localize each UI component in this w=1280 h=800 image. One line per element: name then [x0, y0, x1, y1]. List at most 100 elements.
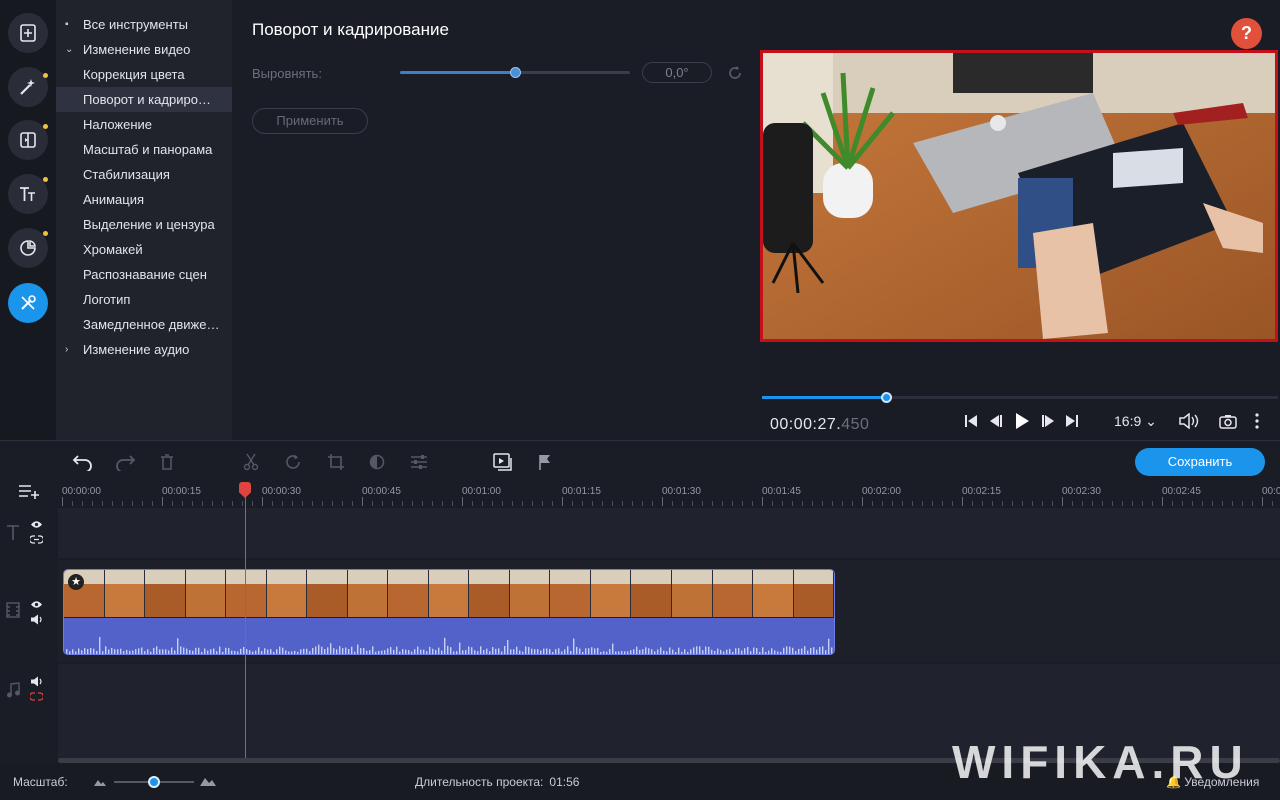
help-button[interactable]: ?	[1231, 18, 1262, 49]
tools-item-slow-motion[interactable]: Замедленное движе…	[56, 312, 232, 337]
titles-button[interactable]	[8, 174, 48, 214]
volume-button[interactable]	[1178, 411, 1200, 431]
ruler-tick	[242, 501, 243, 506]
waveform-bar	[249, 650, 251, 654]
filters-button[interactable]	[8, 67, 48, 107]
waveform-bar	[201, 651, 203, 654]
waveform-bar	[342, 648, 344, 654]
rotate-button[interactable]	[282, 451, 304, 473]
link-icon[interactable]	[30, 535, 43, 544]
tools-item-animation[interactable]: Анимация	[56, 187, 232, 212]
clip-properties-button[interactable]	[408, 451, 430, 473]
redo-button[interactable]	[114, 451, 136, 473]
waveform-bar	[792, 647, 794, 654]
playback-progress-fill	[762, 396, 886, 399]
text-track-lane[interactable]	[58, 508, 1280, 558]
play-button[interactable]	[1013, 411, 1031, 431]
waveform-bar	[348, 648, 350, 654]
tools-item-scene-detect[interactable]: Распознавание сцен	[56, 262, 232, 287]
waveform-bar	[186, 648, 188, 654]
next-frame-button[interactable]	[1040, 411, 1056, 431]
tools-item-all[interactable]: ▪ Все инструменты	[56, 12, 232, 37]
waveform-bar	[519, 650, 521, 654]
skip-end-button[interactable]	[1064, 411, 1080, 431]
zoom-slider[interactable]	[114, 776, 194, 788]
tools-item-chroma[interactable]: Хромакей	[56, 237, 232, 262]
waveform-bar	[648, 648, 650, 654]
playback-progress-knob[interactable]	[880, 392, 892, 403]
prev-frame-button[interactable]	[988, 411, 1004, 431]
ruler-label: 00:03:00	[1262, 486, 1280, 497]
tools-item-censor[interactable]: Выделение и цензура	[56, 212, 232, 237]
zoom-in-icon[interactable]	[200, 776, 216, 786]
waveform-bar	[330, 643, 332, 654]
skip-start-button[interactable]	[963, 411, 979, 431]
star-icon[interactable]: ★	[68, 574, 84, 590]
reset-rotation-icon[interactable]	[726, 64, 744, 82]
add-track-button[interactable]	[18, 482, 40, 500]
angle-input[interactable]: 0,0°	[642, 62, 712, 83]
tools-item-color[interactable]: Коррекция цвета	[56, 62, 232, 87]
aspect-ratio-select[interactable]: 16:9 ⌄	[1114, 413, 1157, 430]
ruler-tick	[292, 501, 293, 506]
playhead[interactable]	[245, 488, 246, 760]
video-clip[interactable]: ★	[63, 569, 835, 655]
tools-group-video[interactable]: ⌄ Изменение видео	[56, 37, 232, 62]
tools-button[interactable]	[8, 283, 48, 323]
ruler-label: 00:02:15	[962, 486, 1001, 497]
clip-thumbnail	[428, 570, 470, 617]
zoom-out-icon[interactable]	[94, 778, 106, 786]
stickers-button[interactable]	[8, 228, 48, 268]
speaker-icon[interactable]	[30, 676, 43, 687]
eye-icon[interactable]	[30, 520, 43, 529]
waveform-bar	[138, 648, 140, 654]
playback-progress[interactable]	[762, 392, 1278, 403]
marker-button[interactable]	[534, 451, 556, 473]
clip-thumbnail	[793, 570, 834, 617]
tools-item-stabilization[interactable]: Стабилизация	[56, 162, 232, 187]
ruler-tick	[522, 501, 523, 506]
tools-item-overlay[interactable]: Наложение	[56, 112, 232, 137]
more-options-button[interactable]	[1252, 411, 1262, 431]
waveform-bar	[156, 646, 158, 654]
ruler-label: 00:01:00	[462, 486, 501, 497]
apply-button[interactable]: Применить	[252, 108, 368, 134]
ruler-tick	[932, 501, 933, 506]
tools-item-logo[interactable]: Логотип	[56, 287, 232, 312]
waveform-bar	[561, 651, 563, 654]
transitions-button[interactable]	[8, 120, 48, 160]
ruler-tick	[372, 501, 373, 506]
cut-button[interactable]	[240, 451, 262, 473]
save-button[interactable]: Сохранить	[1135, 448, 1265, 476]
tools-group-audio[interactable]: › Изменение аудио	[56, 337, 232, 362]
eye-icon[interactable]	[30, 600, 43, 609]
speaker-icon[interactable]	[30, 614, 43, 625]
waveform-bar	[747, 646, 749, 654]
zoom-slider-knob[interactable]	[148, 776, 160, 788]
align-slider[interactable]	[400, 67, 630, 78]
ruler-tick	[1242, 501, 1243, 506]
tools-item-rotate-crop[interactable]: Поворот и кадриро…	[56, 87, 232, 112]
waveform-bar	[120, 648, 122, 654]
waveform-bar	[606, 651, 608, 654]
ruler-tick	[342, 501, 343, 506]
delete-button[interactable]	[156, 451, 178, 473]
waveform-bar	[432, 648, 434, 654]
clip-thumbnail	[145, 570, 186, 617]
timecode-main: 00:00:27.	[770, 416, 842, 433]
waveform-bar	[396, 646, 398, 654]
align-slider-knob[interactable]	[510, 67, 521, 78]
waveform-bar	[804, 646, 806, 654]
ruler-label: 00:02:00	[862, 486, 901, 497]
unlink-icon[interactable]	[30, 692, 43, 701]
undo-button[interactable]	[72, 451, 94, 473]
waveform-bar	[69, 651, 71, 654]
ruler-tick	[622, 501, 623, 506]
import-button[interactable]	[8, 13, 48, 53]
highlight-button[interactable]	[492, 451, 514, 473]
crop-button[interactable]	[325, 451, 347, 473]
tools-item-pan-zoom[interactable]: Масштаб и панорама	[56, 137, 232, 162]
color-adjust-button[interactable]	[366, 451, 388, 473]
snapshot-button[interactable]	[1218, 411, 1238, 431]
video-preview[interactable]	[760, 50, 1278, 342]
